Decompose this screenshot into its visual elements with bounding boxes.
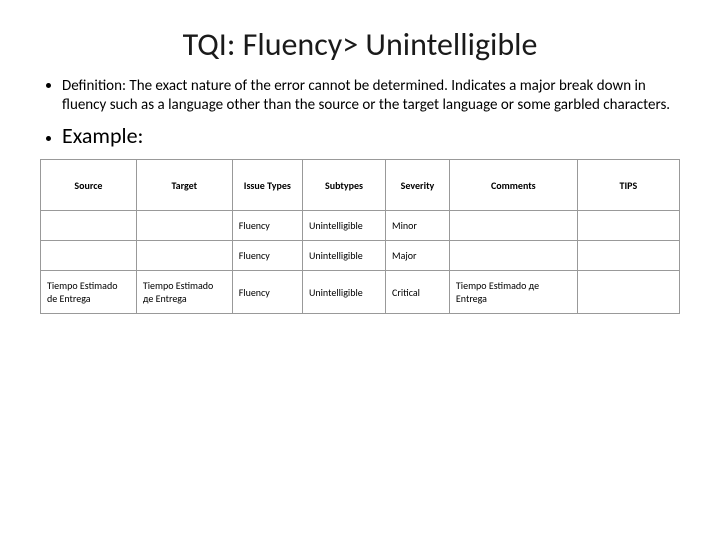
cell-source [41,241,137,271]
col-subtype: Subtypes [302,160,385,211]
cell-severity: Critical [386,271,450,314]
example-label: Example: [62,122,143,149]
cell-target [136,241,232,271]
cell-issue: Fluency [232,271,302,314]
cell-severity: Major [386,241,450,271]
cell-target [136,211,232,241]
cell-severity: Minor [386,211,450,241]
cell-comments [449,211,577,241]
cell-issue: Fluency [232,211,302,241]
col-source: Source [41,160,137,211]
table-row: Tiempo Estimado de Entrega Tiempo Estima… [41,271,680,314]
slide-title: TQI: Fluency> Unintelligible [40,25,680,64]
definition-text: The exact nature of the error cannot be … [62,77,670,114]
example-bullet: Example: [62,122,680,149]
cell-tips [577,271,679,314]
cell-comments: Tiempo Estimado де Entrega [449,271,577,314]
cell-subtype: Unintelligible [302,241,385,271]
col-target: Target [136,160,232,211]
example-table: Source Target Issue Types Subtypes Sever… [40,159,680,314]
definition-bullet: Definition: The exact nature of the erro… [62,76,680,114]
cell-tips [577,211,679,241]
table-row: Fluency Unintelligible Major [41,241,680,271]
col-tips: TIPS [577,160,679,211]
col-issue: Issue Types [232,160,302,211]
col-severity: Severity [386,160,450,211]
cell-subtype: Unintelligible [302,271,385,314]
definition-label: Definition: [62,77,129,95]
cell-subtype: Unintelligible [302,211,385,241]
cell-issue: Fluency [232,241,302,271]
cell-target: Tiempo Estimado де Entrega [136,271,232,314]
table-row: Fluency Unintelligible Minor [41,211,680,241]
cell-source [41,211,137,241]
slide: TQI: Fluency> Unintelligible Definition:… [0,0,720,344]
table-header-row: Source Target Issue Types Subtypes Sever… [41,160,680,211]
col-comments: Comments [449,160,577,211]
bullet-list: Definition: The exact nature of the erro… [40,76,680,149]
cell-source: Tiempo Estimado de Entrega [41,271,137,314]
cell-tips [577,241,679,271]
cell-comments [449,241,577,271]
